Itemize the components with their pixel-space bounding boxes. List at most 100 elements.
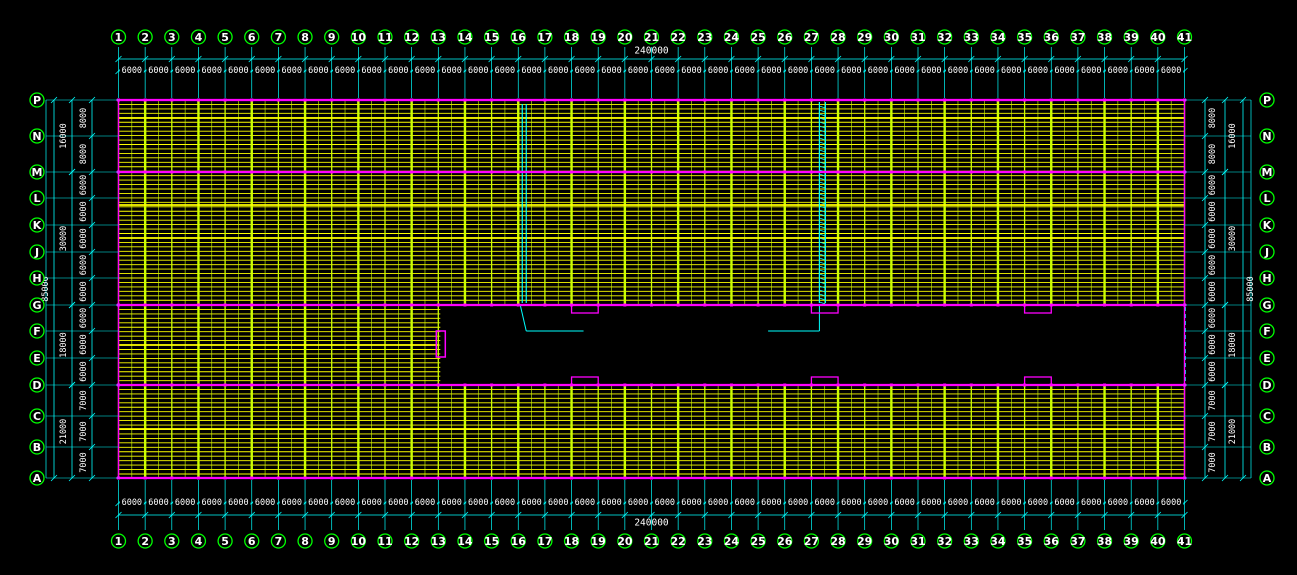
column-axis-bubble-bottom: 38 [1097, 535, 1112, 548]
column-axis-bubble-top: 15 [484, 31, 499, 44]
row-axis-bubble-right: H [1262, 272, 1271, 285]
beam-node [276, 476, 280, 480]
column-axis-bubble-top: 12 [404, 31, 419, 44]
beam-node [889, 476, 893, 480]
beam-node [889, 303, 893, 307]
beam-node [170, 170, 174, 174]
row-axis-bubble-right: A [1263, 472, 1272, 485]
row-spacing-label: 6000 [79, 334, 89, 354]
beam-node [516, 98, 520, 102]
row-axis-bubble-left: J [34, 246, 39, 259]
beam-node [410, 383, 414, 387]
row-axis-bubble-right: C [1263, 410, 1271, 423]
beam-node [623, 170, 627, 174]
column-spacing-label: 6000 [735, 66, 755, 76]
row-spacing-label: 6000 [1208, 361, 1218, 381]
beam-node [863, 383, 867, 387]
beam-node [356, 170, 360, 174]
beam-node [943, 303, 947, 307]
column-spacing-label: 6000 [122, 66, 142, 76]
column-spacing-label: 6000 [1028, 498, 1048, 508]
column-spacing-label: 6000 [175, 498, 195, 508]
beam-node [1049, 98, 1053, 102]
column-axis-bubble-top: 14 [457, 31, 473, 44]
beam-node [303, 98, 307, 102]
beam-node [756, 170, 760, 174]
column-spacing-label: 6000 [281, 498, 301, 508]
column-axis-bubble-top: 38 [1097, 31, 1112, 44]
beam-node [250, 383, 254, 387]
beam-node [969, 383, 973, 387]
beam-node [783, 98, 787, 102]
row-axis-bubble-left: K [33, 219, 42, 232]
column-total-label: 240000 [634, 518, 669, 529]
beam-node [1103, 476, 1107, 480]
column-spacing-label: 6000 [1161, 66, 1181, 76]
row-axis-bubble-right: F [1263, 325, 1271, 338]
beam-node [463, 383, 467, 387]
column-axis-bubble-top: 37 [1070, 31, 1085, 44]
row-group-label: 16000 [59, 123, 69, 149]
column-axis-bubble-top: 41 [1177, 31, 1192, 44]
row-axis-bubble-right: M [1262, 166, 1273, 179]
column-spacing-label: 6000 [894, 498, 914, 508]
row-axis-bubble-right: K [1263, 219, 1272, 232]
beam-node [383, 303, 387, 307]
column-axis-bubble-bottom: 18 [564, 535, 579, 548]
beam-node [676, 383, 680, 387]
column-axis-bubble-bottom: 3 [168, 535, 176, 548]
beam-node [836, 170, 840, 174]
column-spacing-label: 6000 [681, 498, 701, 508]
beam-node [729, 170, 733, 174]
row-group-label: 30000 [59, 226, 69, 252]
beam-node [623, 303, 627, 307]
column-spacing-label: 6000 [1081, 66, 1101, 76]
beam-node [1076, 383, 1080, 387]
column-spacing-label: 6000 [521, 498, 541, 508]
beam-node [1103, 98, 1107, 102]
beam-node [969, 303, 973, 307]
column-spacing-label: 6000 [1028, 66, 1048, 76]
column-axis-bubble-bottom: 24 [724, 535, 740, 548]
column-axis-bubble-bottom: 40 [1150, 535, 1166, 548]
row-spacing-label: 6000 [79, 201, 89, 221]
column-axis-bubble-top: 25 [750, 31, 765, 44]
beam-node [436, 98, 440, 102]
beam-node [783, 476, 787, 480]
row-axis-bubble-right: E [1263, 352, 1271, 365]
column-spacing-label: 6000 [1108, 498, 1128, 508]
column-spacing-label: 6000 [521, 66, 541, 76]
column-spacing-label: 6000 [175, 66, 195, 76]
beam-node [863, 170, 867, 174]
column-axis-bubble-bottom: 29 [857, 535, 872, 548]
beam-node [383, 383, 387, 387]
row-spacing-label: 6000 [1208, 281, 1218, 301]
column-spacing-label: 6000 [1108, 66, 1128, 76]
row-group-label: 21000 [1228, 419, 1238, 445]
beam-node [969, 170, 973, 174]
beam-node [490, 476, 494, 480]
column-spacing-label: 6000 [335, 498, 355, 508]
beam-node [276, 383, 280, 387]
beam-node [1076, 476, 1080, 480]
column-spacing-label: 6000 [388, 66, 408, 76]
beam-node [943, 476, 947, 480]
beam-node [1156, 383, 1160, 387]
beam-node [436, 476, 440, 480]
beam-node [889, 170, 893, 174]
column-axis-bubble-top: 32 [937, 31, 952, 44]
row-spacing-label: 6000 [1208, 334, 1218, 354]
column-spacing-label: 6000 [148, 498, 168, 508]
column-spacing-label: 6000 [601, 498, 621, 508]
beam-node [916, 98, 920, 102]
column-spacing-label: 6000 [308, 66, 328, 76]
beam-node [623, 98, 627, 102]
column-axis-bubble-top: 16 [511, 31, 527, 44]
beam-node [1023, 98, 1027, 102]
beam-node [250, 303, 254, 307]
beam-node [303, 170, 307, 174]
column-axis-bubble-top: 27 [804, 31, 819, 44]
beam-node [1129, 303, 1133, 307]
row-spacing-label: 8000 [79, 144, 89, 164]
column-spacing-label: 6000 [228, 66, 248, 76]
